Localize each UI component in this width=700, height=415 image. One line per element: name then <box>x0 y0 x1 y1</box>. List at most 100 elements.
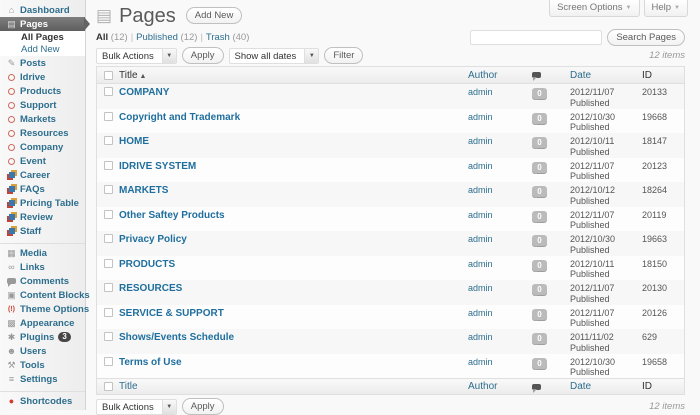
comment-count-badge[interactable]: 0 <box>532 186 547 198</box>
page-title-link[interactable]: MARKETS <box>119 185 168 196</box>
author-link[interactable]: admin <box>468 283 493 293</box>
author-link[interactable]: admin <box>468 161 493 171</box>
sidebar-item-idrive[interactable]: Idrive <box>0 70 85 84</box>
author-link[interactable]: admin <box>468 357 493 367</box>
sidebar-item-appearance[interactable]: ▩ Appearance <box>0 316 85 330</box>
comment-count-badge[interactable]: 0 <box>532 235 547 247</box>
sidebar-item-support[interactable]: Support <box>0 98 85 112</box>
comment-count-badge[interactable]: 0 <box>532 112 547 125</box>
author-link[interactable]: admin <box>468 136 493 146</box>
sidebar-item-settings[interactable]: ≡ Settings <box>0 372 85 386</box>
row-checkbox[interactable] <box>103 185 113 194</box>
row-checkbox[interactable] <box>103 283 113 292</box>
sidebar-item-all-pages[interactable]: All Pages <box>0 31 85 44</box>
filter-button[interactable]: Filter <box>324 46 364 65</box>
column-header-author[interactable]: Author <box>468 70 497 81</box>
sidebar-item-resources[interactable]: Resources <box>0 126 85 140</box>
page-title-link[interactable]: Other Saftey Products <box>119 210 225 221</box>
row-checkbox[interactable] <box>103 209 113 219</box>
sidebar-item-faqs[interactable]: FAQs <box>0 182 85 196</box>
apply-button[interactable]: Apply <box>181 46 224 65</box>
row-checkbox[interactable] <box>103 356 113 366</box>
select-all-checkbox[interactable] <box>103 382 113 391</box>
sidebar-item-plugins[interactable]: ✱ Plugins 3 <box>0 330 85 344</box>
comment-count-badge[interactable]: 0 <box>532 284 547 296</box>
sidebar-item-users[interactable]: ☻ Users <box>0 344 85 358</box>
view-filter-all[interactable]: All (12) <box>96 32 128 43</box>
author-link[interactable]: admin <box>468 112 493 122</box>
author-link[interactable]: admin <box>468 332 493 342</box>
row-checkbox[interactable] <box>103 136 113 145</box>
comment-count-badge[interactable]: 0 <box>532 308 547 321</box>
sidebar-item-media[interactable]: ▦ Media <box>0 246 85 260</box>
sidebar-item-pages[interactable]: ▤ Pages <box>0 17 90 31</box>
sidebar-item-event[interactable]: Event <box>0 154 85 168</box>
row-checkbox[interactable] <box>103 234 113 243</box>
column-footer-date[interactable]: Date <box>570 381 591 392</box>
sidebar-item-shortcodes[interactable]: ● Shortcodes <box>0 394 85 408</box>
sidebar-item-pricing-table[interactable]: Pricing Table <box>0 196 85 210</box>
row-checkbox[interactable] <box>103 258 113 268</box>
row-checkbox[interactable] <box>103 332 113 341</box>
sidebar-item-career[interactable]: Career <box>0 168 85 182</box>
table-row: COMPANY admin 0 2012/11/07 Published 201… <box>97 84 684 109</box>
author-link[interactable]: admin <box>468 308 493 318</box>
select-all-checkbox[interactable] <box>103 70 113 80</box>
comment-count-badge[interactable]: 0 <box>532 357 547 370</box>
page-title-link[interactable]: COMPANY <box>119 87 169 98</box>
column-header-title[interactable]: Title <box>119 70 138 81</box>
apply-button-bottom[interactable]: Apply <box>181 397 224 415</box>
page-title-link[interactable]: IDRIVE SYSTEM <box>119 161 196 172</box>
sidebar-item-staff[interactable]: Staff <box>0 224 85 238</box>
search-input[interactable] <box>470 30 603 45</box>
column-footer-author[interactable]: Author <box>468 381 497 392</box>
bulk-actions-select[interactable]: Bulk Actions ▼ <box>96 47 177 64</box>
sidebar-item-company[interactable]: Company <box>0 140 85 154</box>
sidebar-item-content-blocks[interactable]: ▣ Content Blocks <box>0 288 89 302</box>
sidebar-item-add-new[interactable]: Add New <box>0 43 85 56</box>
author-link[interactable]: admin <box>468 87 493 97</box>
page-title-link[interactable]: PRODUCTS <box>119 259 175 270</box>
view-filter-trash[interactable]: Trash (40) <box>206 32 249 43</box>
sidebar-item-posts[interactable]: ✎ Posts <box>0 56 85 70</box>
dates-filter-select[interactable]: Show all dates ▼ <box>228 47 320 64</box>
comment-count-badge[interactable]: 0 <box>532 259 547 272</box>
search-pages-button[interactable]: Search Pages <box>607 28 685 47</box>
row-checkbox[interactable] <box>103 160 113 170</box>
column-header-date[interactable]: Date <box>570 70 591 81</box>
page-title-link[interactable]: HOME <box>119 136 149 147</box>
sidebar-item-links[interactable]: ∞ Links <box>0 260 85 274</box>
author-link[interactable]: admin <box>468 234 493 244</box>
screen-options-tab[interactable]: Screen Options ▼ <box>549 0 640 17</box>
sidebar-item-markets[interactable]: Markets <box>0 112 85 126</box>
comment-count-badge[interactable]: 0 <box>532 161 547 174</box>
sidebar-item-comments[interactable]: Comments <box>0 274 85 288</box>
view-filter-published[interactable]: Published (12) <box>136 32 197 43</box>
sidebar-item-dashboard[interactable]: ⌂ Dashboard <box>0 3 85 17</box>
page-title-link[interactable]: Privacy Policy <box>119 234 187 245</box>
author-link[interactable]: admin <box>468 210 493 220</box>
author-link[interactable]: admin <box>468 259 493 269</box>
author-link[interactable]: admin <box>468 185 493 195</box>
bulk-actions-select-bottom[interactable]: Bulk Actions ▼ <box>96 398 177 415</box>
comment-count-badge[interactable]: 0 <box>532 333 547 345</box>
row-checkbox[interactable] <box>103 111 113 121</box>
page-title-link[interactable]: RESOURCES <box>119 283 182 294</box>
comment-count-badge[interactable]: 0 <box>532 210 547 223</box>
chevron-down-icon: ▼ <box>674 4 680 11</box>
page-title-link[interactable]: Shows/Events Schedule <box>119 332 234 343</box>
row-checkbox[interactable] <box>103 87 113 96</box>
page-title-link[interactable]: Terms of Use <box>119 357 182 368</box>
sidebar-item-review[interactable]: Review <box>0 210 85 224</box>
column-footer-title[interactable]: Title <box>119 381 138 392</box>
row-checkbox[interactable] <box>103 307 113 317</box>
page-title-link[interactable]: Copyright and Trademark <box>119 112 240 123</box>
sidebar-item-products[interactable]: Products <box>0 84 85 98</box>
help-tab[interactable]: Help ▼ <box>643 0 688 17</box>
add-new-button[interactable]: Add New <box>185 6 243 25</box>
page-title-link[interactable]: SERVICE & SUPPORT <box>119 308 224 319</box>
comment-count-badge[interactable]: 0 <box>532 137 547 149</box>
sidebar-item-tools[interactable]: ⚒ Tools <box>0 358 85 372</box>
comment-count-badge[interactable]: 0 <box>532 88 547 100</box>
sidebar-item-theme-options[interactable]: (!) Theme Options <box>0 302 89 316</box>
